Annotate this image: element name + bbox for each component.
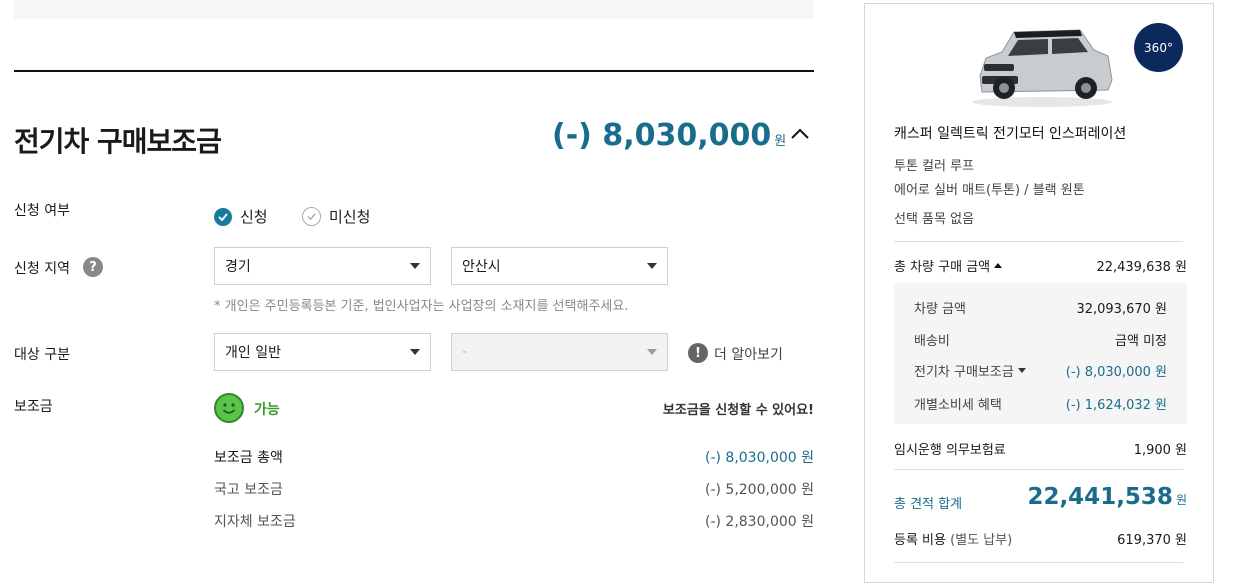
car-option-extra: 선택 품목 없음 bbox=[894, 212, 975, 227]
tax-benefit-label: 개별소비세 혜택 bbox=[914, 398, 1002, 413]
apply-no-label: 미신청 bbox=[329, 208, 371, 226]
section-amount-value: (-) 8,030,000 bbox=[552, 118, 772, 153]
learn-more-link[interactable]: 더 알아보기 bbox=[714, 344, 783, 364]
target-type-select[interactable]: 개인 일반 bbox=[214, 333, 431, 371]
apply-no-radio[interactable]: 미신청 bbox=[302, 206, 370, 227]
insurance-label: 임시운행 의무보험료 bbox=[894, 443, 1006, 458]
target-sub-value: - bbox=[462, 344, 468, 360]
caret-down-icon bbox=[647, 263, 657, 269]
estimate-total: 22,441,538 원 bbox=[990, 484, 1187, 510]
subsidy-total-label: 보조금 총액 bbox=[214, 450, 283, 466]
tax-benefit-value: (-) 1,624,032 원 bbox=[1065, 398, 1167, 413]
delivery-label: 배송비 bbox=[914, 334, 950, 349]
region-note: * 개인은 주민등록등본 기준, 법인사업자는 사업장의 소재지를 선택해주세요… bbox=[214, 299, 629, 314]
vehicle-price-label: 차량 금액 bbox=[914, 302, 966, 317]
help-question-icon[interactable]: ? bbox=[83, 257, 103, 277]
total-purchase-toggle[interactable]: 총 차량 구매 금액 bbox=[894, 256, 1003, 275]
caret-down-icon bbox=[410, 263, 420, 269]
subsidy-label: 보조금 bbox=[14, 399, 53, 415]
section-title: 전기차 구매보조금 bbox=[14, 125, 222, 158]
total-purchase-label: 총 차량 구매 금액 bbox=[894, 260, 991, 275]
target-sub-select: - bbox=[451, 333, 668, 371]
subsidy-status: 가능 bbox=[254, 402, 280, 418]
check-icon bbox=[214, 207, 232, 226]
delivery-value: 금액 미정 bbox=[1115, 334, 1167, 349]
subsidy-local-value: (-) 2,830,000 원 bbox=[704, 514, 814, 530]
caret-down-icon bbox=[647, 349, 657, 355]
panel-divider bbox=[894, 562, 1183, 563]
region-label: 신청 지역 bbox=[14, 261, 70, 277]
caret-down-icon bbox=[410, 349, 420, 355]
apply-yes-label: 신청 bbox=[240, 208, 268, 226]
vehicle-price-value: 32,093,670 원 bbox=[1076, 302, 1167, 317]
subsidy-national-label: 국고 보조금 bbox=[214, 482, 283, 498]
estimate-total-label: 총 견적 합계 bbox=[894, 497, 963, 512]
car-option-roof: 투톤 컬러 루프 bbox=[894, 159, 975, 174]
section-amount: (-) 8,030,000 원 bbox=[552, 118, 786, 153]
province-value: 경기 bbox=[225, 259, 251, 275]
target-type-value: 개인 일반 bbox=[225, 345, 281, 361]
subsidy-message: 보조금을 신청할 수 있어요! bbox=[662, 403, 814, 418]
smile-icon bbox=[214, 393, 244, 423]
estimate-total-unit: 원 bbox=[1175, 493, 1187, 507]
car-option-color: 에어로 실버 매트(투톤) / 블랙 원톤 bbox=[894, 183, 1085, 198]
ev-subsidy-toggle[interactable]: 전기차 구매보조금 bbox=[914, 361, 1026, 380]
check-outline-icon bbox=[302, 207, 321, 226]
estimate-total-value: 22,441,538 bbox=[1027, 484, 1173, 510]
city-select[interactable]: 안산시 bbox=[451, 247, 668, 285]
ev-subsidy-label: 전기차 구매보조금 bbox=[914, 365, 1014, 380]
subsidy-local-label: 지자체 보조금 bbox=[214, 514, 296, 530]
registration-fee-label: 등록 비용 (별도 납부) bbox=[894, 529, 1012, 548]
target-label: 대상 구분 bbox=[14, 347, 70, 363]
caret-up-icon bbox=[994, 263, 1003, 268]
province-select[interactable]: 경기 bbox=[214, 247, 431, 285]
section-divider bbox=[14, 70, 814, 72]
info-exclamation-icon: ! bbox=[688, 343, 708, 363]
view-360-button[interactable]: 360° bbox=[1134, 23, 1183, 72]
car-image bbox=[962, 24, 1122, 112]
panel-divider bbox=[894, 241, 1183, 242]
panel-divider bbox=[894, 469, 1183, 470]
car-name: 캐스퍼 일렉트릭 전기모터 인스퍼레이션 bbox=[894, 126, 1127, 142]
top-strip bbox=[14, 0, 814, 19]
registration-fee-value: 619,370 원 bbox=[1117, 533, 1187, 548]
ev-subsidy-value: (-) 8,030,000 원 bbox=[1065, 365, 1167, 380]
apply-yes-radio[interactable]: 신청 bbox=[214, 206, 268, 227]
insurance-value: 1,900 원 bbox=[1133, 443, 1187, 458]
apply-label: 신청 여부 bbox=[14, 203, 70, 219]
registration-fee-title: 등록 비용 bbox=[894, 533, 946, 548]
collapse-chevron-up-icon[interactable] bbox=[790, 124, 810, 144]
subsidy-total-value: (-) 8,030,000 원 bbox=[704, 450, 814, 466]
caret-down-icon bbox=[1017, 368, 1026, 373]
section-amount-unit: 원 bbox=[774, 134, 787, 149]
subsidy-national-value: (-) 5,200,000 원 bbox=[704, 482, 814, 498]
city-value: 안산시 bbox=[462, 259, 501, 275]
registration-fee-note: (별도 납부) bbox=[950, 533, 1013, 548]
total-purchase-value: 22,439,638 원 bbox=[1096, 260, 1187, 275]
view-360-label: 360° bbox=[1144, 40, 1173, 55]
